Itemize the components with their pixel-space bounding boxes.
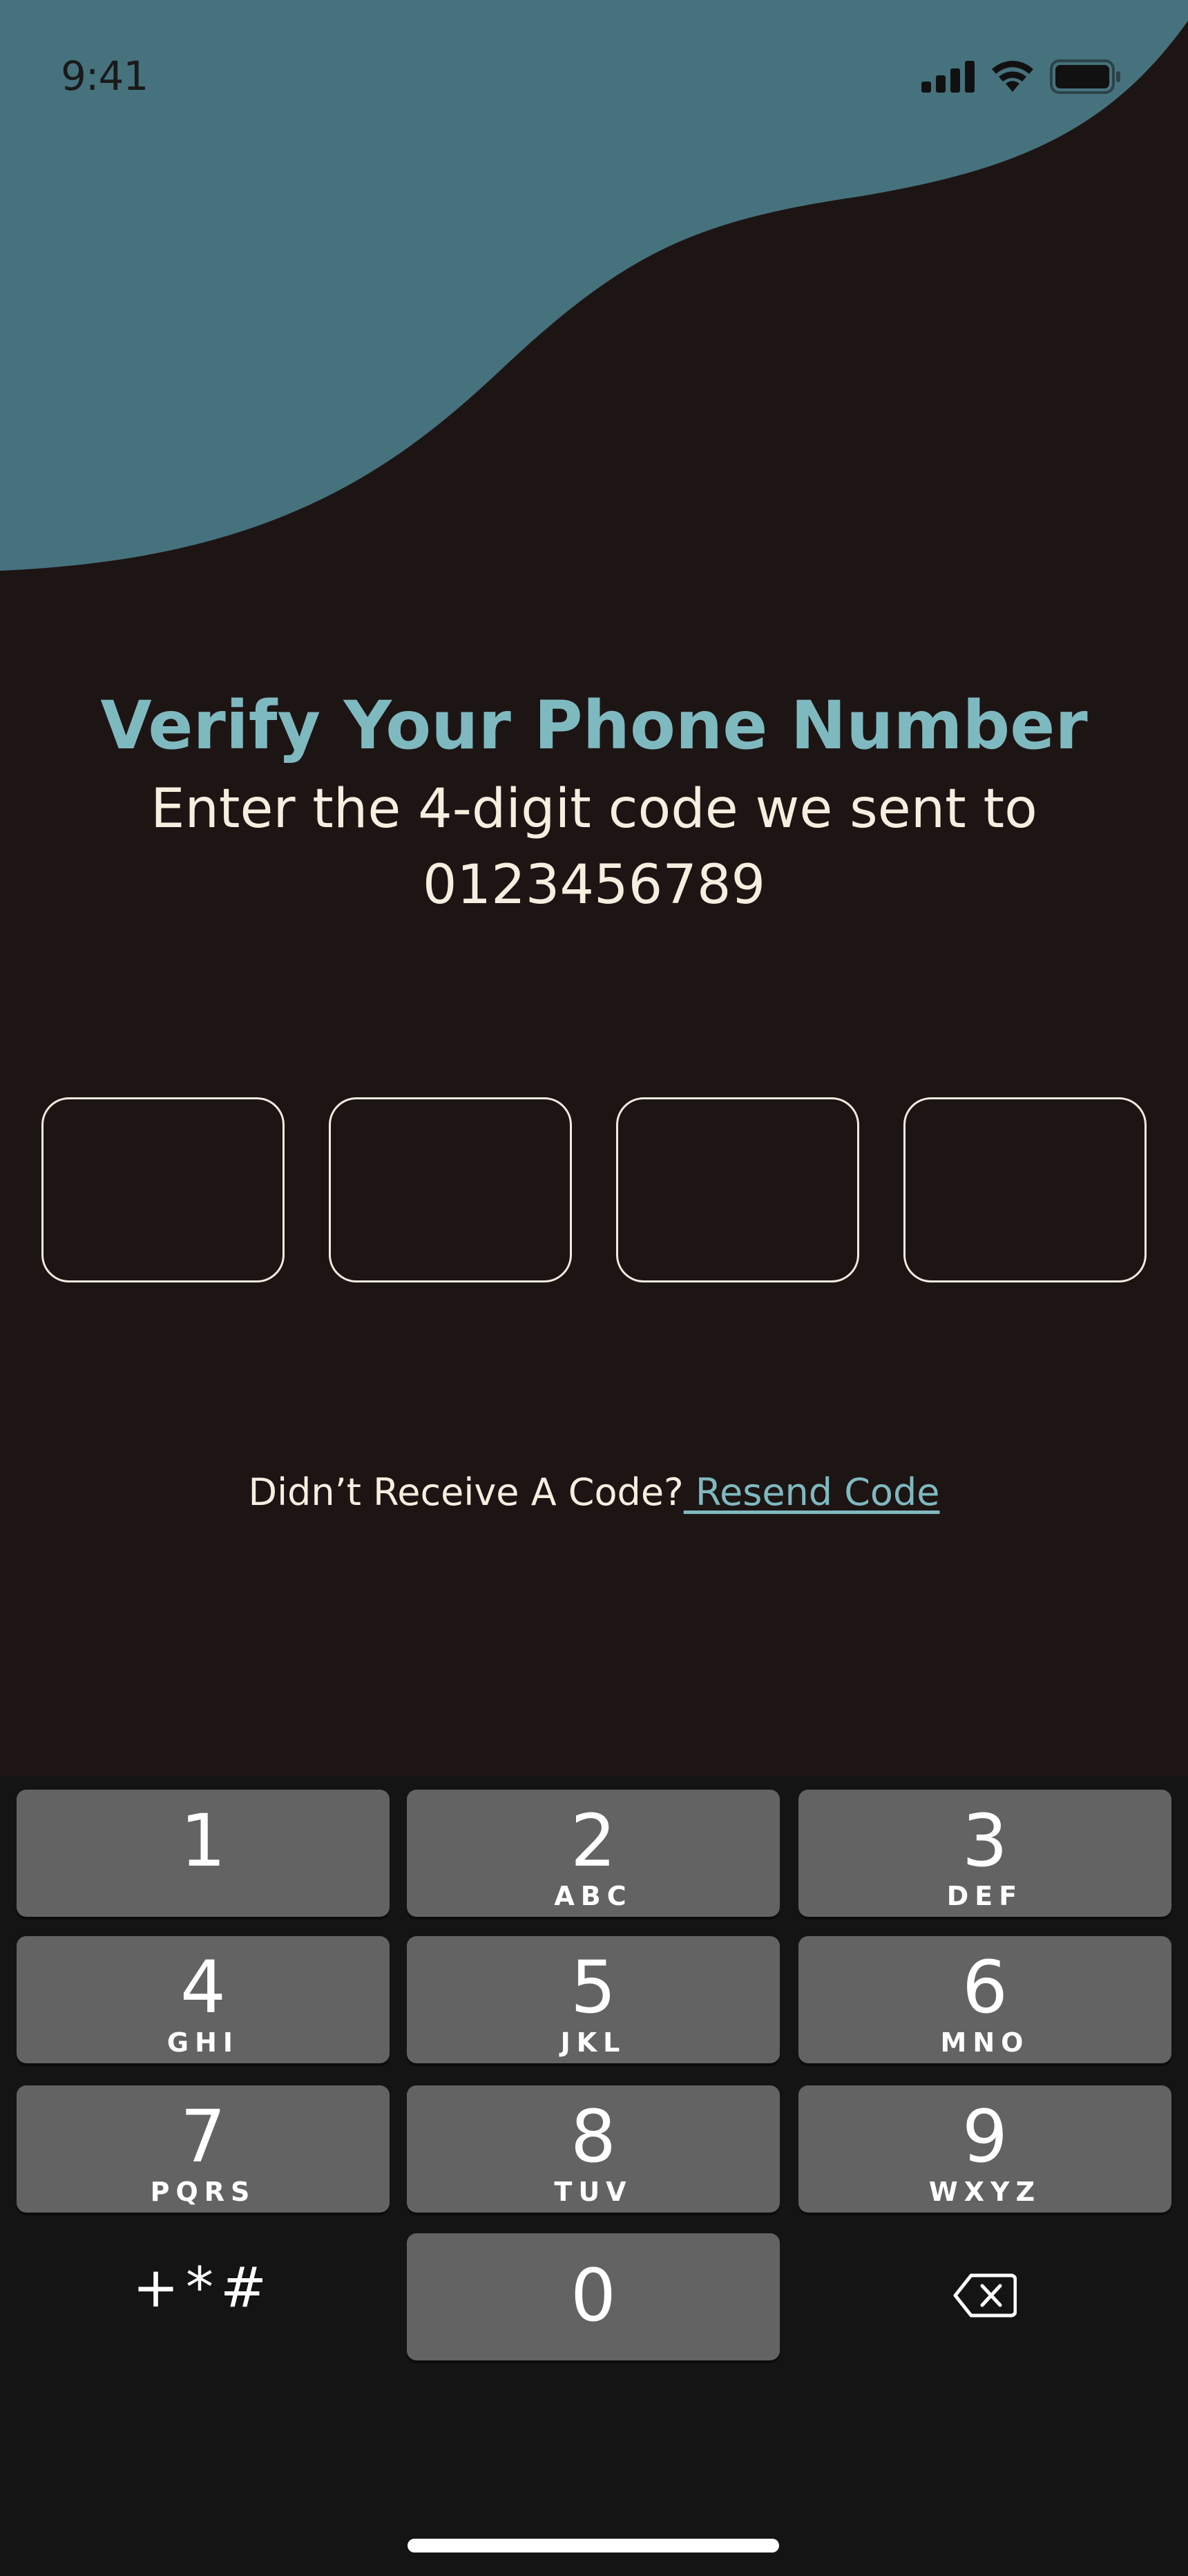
resend-row: Didn’t Receive A Code? Resend Code	[0, 1465, 1188, 1520]
key-digit: 1	[180, 1799, 227, 1883]
key-3[interactable]: 3 DEF	[798, 1790, 1171, 1917]
backspace-icon	[953, 2273, 1017, 2318]
resend-prompt: Didn’t Receive A Code?	[248, 1470, 684, 1514]
code-digit-1-input[interactable]	[41, 1097, 285, 1282]
key-digit: 2	[570, 1799, 617, 1883]
code-digit-3-input[interactable]	[616, 1097, 859, 1282]
key-digit: 4	[180, 1945, 227, 2029]
key-9[interactable]: 9 WXYZ	[798, 2085, 1171, 2213]
key-5[interactable]: 5 JKL	[407, 1936, 780, 2063]
key-8[interactable]: 8 TUV	[407, 2085, 780, 2213]
key-1[interactable]: 1	[17, 1790, 390, 1917]
status-icons	[921, 59, 1122, 94]
wifi-icon	[992, 61, 1033, 92]
key-letters: JKL	[560, 2027, 626, 2058]
code-input-row	[41, 1097, 1147, 1285]
key-letters: ABC	[554, 1881, 633, 1911]
key-6[interactable]: 6 MNO	[798, 1936, 1171, 2063]
key-letters: PQRS	[150, 2177, 256, 2207]
key-2[interactable]: 2 ABC	[407, 1790, 780, 1917]
key-digit: 5	[570, 1945, 617, 2029]
status-time: 9:41	[61, 53, 148, 100]
key-0[interactable]: 0	[407, 2233, 780, 2360]
code-digit-4-input[interactable]	[903, 1097, 1147, 1282]
symbols-label: +*#	[132, 2255, 274, 2320]
numeric-keypad: 1 2 ABC 3 DEF 4 GHI 5 JKL 6 MNO 7 PQRS 8	[0, 1776, 1188, 2576]
key-letters: GHI	[166, 2027, 240, 2058]
code-digit-2-input[interactable]	[329, 1097, 572, 1282]
home-indicator[interactable]	[408, 2539, 779, 2553]
verify-phone-screen: 9:41 Verify Your Phone Number Enter the …	[0, 0, 1188, 2576]
resend-code-link[interactable]: Resend Code	[684, 1470, 940, 1514]
battery-icon	[1050, 59, 1120, 94]
instruction-text: Enter the 4-digit code we sent to	[151, 778, 1037, 840]
key-7[interactable]: 7 PQRS	[17, 2085, 390, 2213]
status-bar: 9:41	[0, 0, 1188, 159]
key-letters: DEF	[946, 1881, 1024, 1911]
key-symbols[interactable]: +*#	[17, 2224, 390, 2351]
key-letters: MNO	[940, 2027, 1030, 2058]
key-digit: 8	[570, 2094, 617, 2179]
signal-icon	[921, 61, 975, 93]
key-digit: 6	[961, 1945, 1008, 2029]
key-digit: 7	[180, 2094, 227, 2179]
key-letters: TUV	[554, 2177, 633, 2207]
delete-button[interactable]	[798, 2232, 1171, 2359]
key-4[interactable]: 4 GHI	[17, 1936, 390, 2063]
key-digit: 9	[961, 2094, 1008, 2179]
key-digit: 0	[570, 2253, 617, 2338]
page-title: Verify Your Phone Number	[100, 687, 1088, 764]
phone-number: 0123456789	[422, 854, 766, 916]
key-letters: WXYZ	[928, 2177, 1042, 2207]
key-digit: 3	[961, 1799, 1008, 1883]
